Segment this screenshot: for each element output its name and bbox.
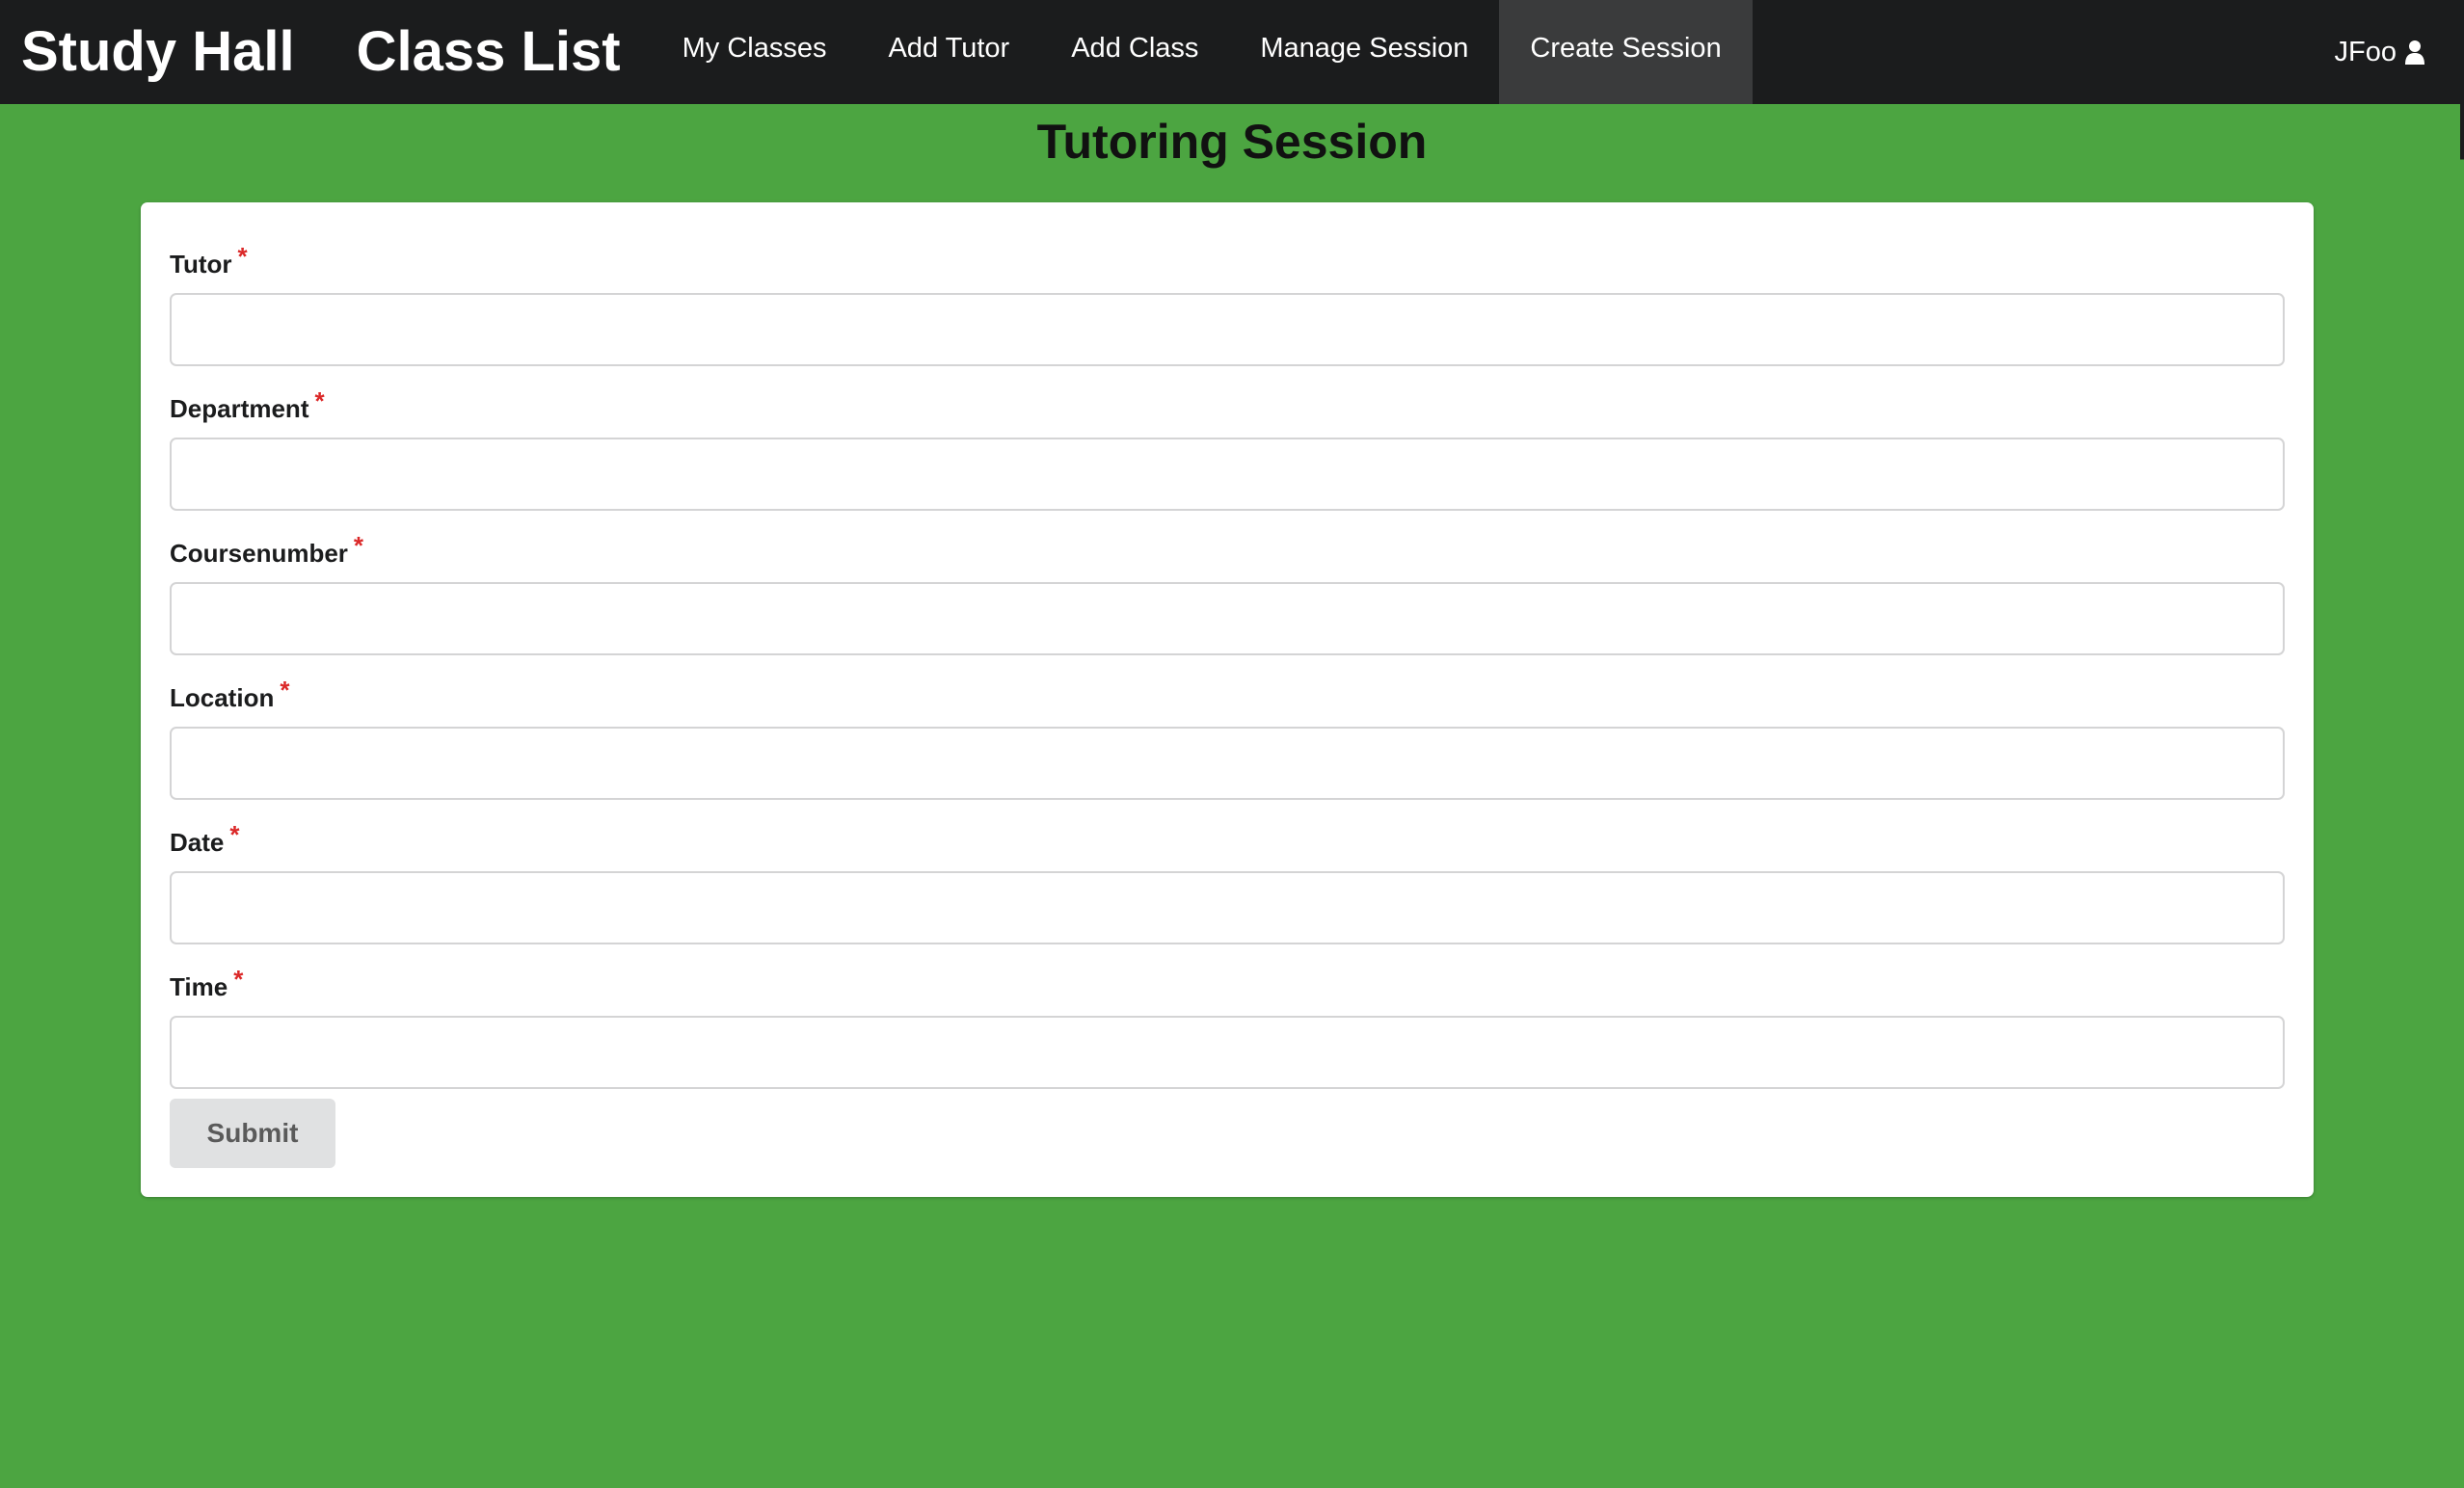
user-menu[interactable]: JFoo: [2335, 0, 2464, 104]
required-marker: *: [280, 676, 290, 704]
nav-item-manage-session[interactable]: Manage Session: [1229, 0, 1499, 104]
date-field: Date *: [170, 810, 2285, 954]
required-marker: *: [353, 531, 364, 560]
department-input[interactable]: [170, 438, 2285, 511]
required-marker: *: [229, 820, 240, 849]
date-input[interactable]: [170, 871, 2285, 944]
required-marker: *: [233, 965, 244, 994]
coursenumber-label: Coursenumber *: [170, 520, 2285, 569]
user-icon: [2405, 40, 2424, 65]
nav-item-add-tutor[interactable]: Add Tutor: [857, 0, 1040, 104]
location-input[interactable]: [170, 727, 2285, 800]
tutor-field: Tutor *: [170, 231, 2285, 376]
required-marker: *: [314, 386, 325, 415]
session-form: Tutor * Department * Coursenumber * Locatio…: [141, 202, 2314, 1197]
nav-item-add-class[interactable]: Add Class: [1040, 0, 1229, 104]
window-edge: [2460, 104, 2464, 1488]
tutor-label-text: Tutor: [170, 250, 232, 279]
location-field: Location *: [170, 665, 2285, 810]
user-name: JFoo: [2334, 37, 2397, 67]
required-marker: *: [237, 242, 248, 271]
tutor-input[interactable]: [170, 293, 2285, 366]
top-navbar: Study Hall Class List My Classes Add Tut…: [0, 0, 2464, 104]
brand-class-list[interactable]: Class List: [357, 0, 621, 104]
location-label-text: Location: [170, 683, 275, 712]
date-label-text: Date: [170, 828, 225, 857]
location-label: Location *: [170, 665, 2285, 713]
tutor-label: Tutor *: [170, 231, 2285, 279]
coursenumber-label-text: Coursenumber: [170, 539, 348, 568]
coursenumber-field: Coursenumber *: [170, 520, 2285, 665]
time-field: Time *: [170, 954, 2285, 1099]
coursenumber-input[interactable]: [170, 582, 2285, 655]
brand-study-hall[interactable]: Study Hall: [21, 0, 295, 104]
date-label: Date *: [170, 810, 2285, 858]
time-label-text: Time: [170, 972, 228, 1001]
submit-button[interactable]: Submit: [170, 1099, 335, 1168]
time-label: Time *: [170, 954, 2285, 1002]
nav-item-my-classes[interactable]: My Classes: [652, 0, 858, 104]
page-title: Tutoring Session: [1036, 115, 1428, 169]
department-label-text: Department: [170, 394, 309, 423]
department-label: Department *: [170, 376, 2285, 424]
nav-item-create-session[interactable]: Create Session: [1499, 0, 1753, 104]
time-input[interactable]: [170, 1016, 2285, 1089]
department-field: Department *: [170, 376, 2285, 520]
